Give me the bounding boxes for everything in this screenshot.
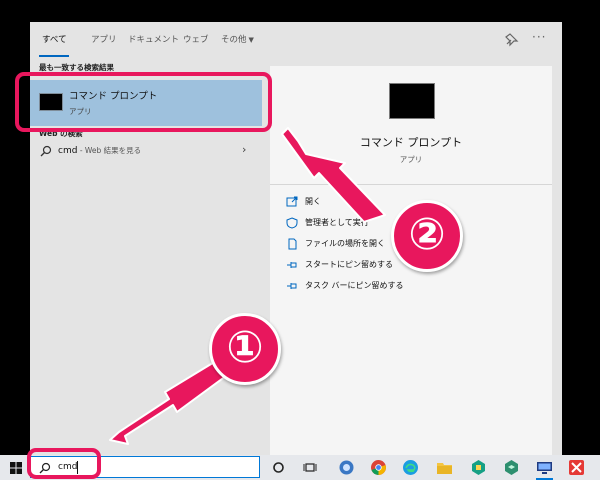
step-1-marker: ① (209, 313, 281, 385)
arrow-to-best-match (281, 127, 386, 223)
annotation-arrows (109, 127, 386, 445)
arrow-to-search-box (109, 360, 227, 445)
step-2-marker: ② (391, 200, 463, 272)
